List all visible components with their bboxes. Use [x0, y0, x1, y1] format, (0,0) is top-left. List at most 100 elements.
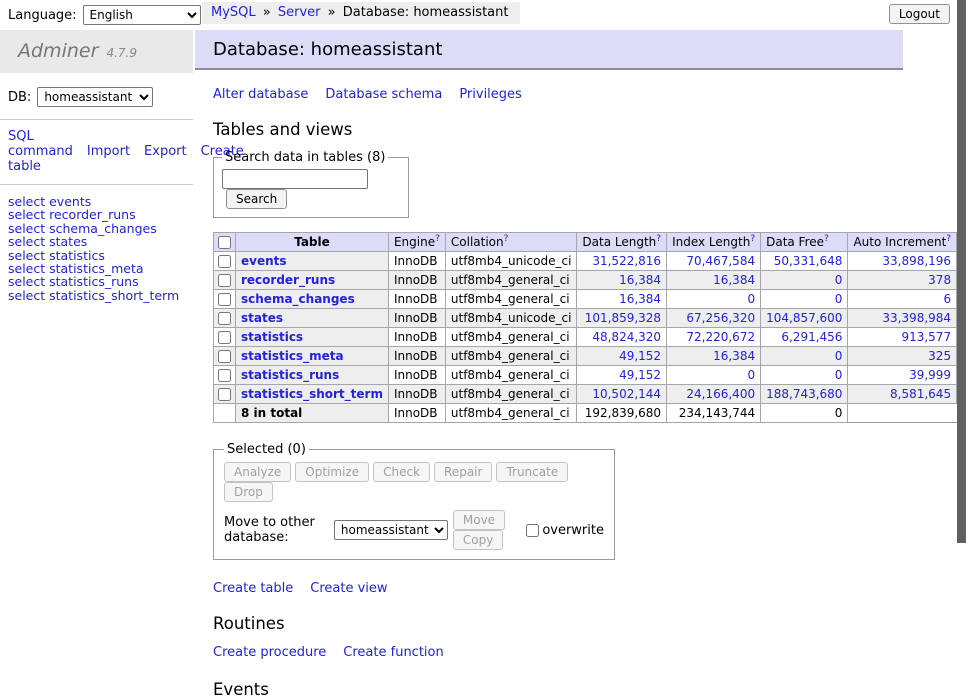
selected-action-buttons: AnalyzeOptimizeCheckRepairTruncate Drop [224, 462, 604, 502]
sidebar-table-link-select-events[interactable]: select events [8, 195, 185, 208]
sidebar-action-import[interactable]: Import [87, 144, 130, 159]
cell-link[interactable]: 325 [928, 349, 951, 363]
table-link-schema_changes[interactable]: schema_changes [241, 292, 355, 306]
database-link-privileges[interactable]: Privileges [459, 87, 522, 102]
move-db-select[interactable]: homeassistant [334, 520, 448, 540]
sidebar-table-link-select-schema-changes[interactable]: select schema_changes [8, 222, 185, 235]
cell-link[interactable]: 70,467,584 [686, 254, 755, 268]
selected-optimize-button[interactable]: Optimize [295, 462, 369, 482]
selected-analyze-button[interactable]: Analyze [224, 462, 291, 482]
cell-link[interactable]: 378 [928, 273, 951, 287]
column-header-engine: Engine? [388, 233, 445, 252]
cell-link[interactable]: 24,166,400 [686, 387, 755, 401]
row-checkbox-schema_changes[interactable] [218, 293, 231, 306]
cell-link[interactable]: 104,857,600 [766, 311, 842, 325]
row-checkbox-statistics_meta[interactable] [218, 350, 231, 363]
search-button[interactable]: Search [226, 189, 287, 209]
cell-link[interactable]: 49,152 [619, 349, 661, 363]
cell-index-length: 0 [667, 290, 761, 309]
cell-link[interactable]: 16,384 [619, 273, 661, 287]
selected-drop-button[interactable]: Drop [224, 482, 273, 502]
create-link-create-view[interactable]: Create view [310, 581, 387, 596]
cell-link[interactable]: 16,384 [619, 292, 661, 306]
cell-auto-increment: 33,398,984 [848, 309, 957, 328]
routine-link-create-function[interactable]: Create function [343, 645, 443, 660]
table-link-states[interactable]: states [241, 311, 283, 325]
sidebar-table-link-select-statistics-short-term[interactable]: select statistics_short_term [8, 289, 185, 302]
cell-link[interactable]: 50,331,648 [774, 254, 843, 268]
cell-link[interactable]: 188,743,680 [766, 387, 842, 401]
sidebar-table-link-select-states[interactable]: select states [8, 235, 185, 248]
cell-link[interactable]: 913,577 [901, 330, 951, 344]
row-checkbox-statistics[interactable] [218, 331, 231, 344]
cell-link[interactable]: 31,522,816 [592, 254, 661, 268]
row-checkbox-statistics_runs[interactable] [218, 369, 231, 382]
language-select[interactable]: English [83, 5, 201, 25]
cell-link[interactable]: 0 [835, 368, 843, 382]
selected-check-button[interactable]: Check [373, 462, 430, 482]
cell-link[interactable]: 6,291,456 [781, 330, 842, 344]
table-link-statistics_short_term[interactable]: statistics_short_term [241, 387, 383, 401]
cell-link[interactable]: 16,384 [713, 273, 755, 287]
section-routines: Routines [213, 614, 907, 633]
db-select[interactable]: homeassistant [37, 87, 153, 107]
sidebar-table-link-select-statistics[interactable]: select statistics [8, 249, 185, 262]
overwrite-checkbox[interactable] [526, 524, 539, 537]
database-link-alter-database[interactable]: Alter database [213, 87, 308, 102]
cell-link[interactable]: 67,256,320 [686, 311, 755, 325]
table-link-events[interactable]: events [241, 254, 287, 268]
cell-link[interactable]: 0 [747, 368, 755, 382]
row-checkbox-events[interactable] [218, 255, 231, 268]
database-link-database-schema[interactable]: Database schema [325, 87, 442, 102]
cell-link[interactable]: 49,152 [619, 368, 661, 382]
table-link-statistics_runs[interactable]: statistics_runs [241, 368, 339, 382]
total-cell: InnoDB [388, 404, 445, 423]
cell-link[interactable]: 33,398,984 [882, 311, 951, 325]
table-link-statistics[interactable]: statistics [241, 330, 303, 344]
move-copy-button[interactable]: Copy [453, 530, 503, 550]
move-move-button[interactable]: Move [453, 510, 505, 530]
breadcrumb-link-server[interactable]: Server [278, 5, 321, 20]
cell-link[interactable]: 0 [835, 349, 843, 363]
row-checkbox-recorder_runs[interactable] [218, 274, 231, 287]
selected-truncate-button[interactable]: Truncate [496, 462, 568, 482]
logout-button[interactable]: Logout [889, 4, 950, 24]
cell-link[interactable]: 39,999 [909, 368, 951, 382]
cell-link[interactable]: 0 [835, 273, 843, 287]
sidebar-action-export[interactable]: Export [144, 144, 187, 159]
column-help-link[interactable]: ? [750, 234, 755, 244]
cell-index-length: 70,467,584 [667, 252, 761, 271]
row-checkbox-states[interactable] [218, 312, 231, 325]
cell-link[interactable]: 8,581,645 [890, 387, 951, 401]
cell-link[interactable]: 0 [747, 292, 755, 306]
cell-link[interactable]: 0 [835, 292, 843, 306]
create-link-create-table[interactable]: Create table [213, 581, 293, 596]
sidebar-action-sql-command[interactable]: SQL command [8, 129, 73, 159]
cell-link[interactable]: 6 [943, 292, 951, 306]
column-help-link[interactable]: ? [656, 234, 661, 244]
routine-link-create-procedure[interactable]: Create procedure [213, 645, 326, 660]
breadcrumb-link-mysql[interactable]: MySQL [211, 5, 256, 20]
cell-link[interactable]: 72,220,672 [686, 330, 755, 344]
column-help-link[interactable]: ? [824, 234, 829, 244]
column-help-link[interactable]: ? [504, 234, 509, 244]
column-help-link[interactable]: ? [435, 234, 440, 244]
table-link-statistics_meta[interactable]: statistics_meta [241, 349, 344, 363]
sidebar-table-link-select-statistics-runs[interactable]: select statistics_runs [8, 275, 185, 288]
table-link-recorder_runs[interactable]: recorder_runs [241, 273, 335, 287]
row-checkbox-statistics_short_term[interactable] [218, 388, 231, 401]
select-all-checkbox[interactable] [218, 236, 231, 249]
cell-link[interactable]: 33,898,196 [882, 254, 951, 268]
cell-link[interactable]: 16,384 [713, 349, 755, 363]
column-help-link[interactable]: ? [946, 234, 951, 244]
search-input[interactable] [222, 169, 368, 189]
cell-link[interactable]: 48,824,320 [592, 330, 661, 344]
sidebar-table-link-select-statistics-meta[interactable]: select statistics_meta [8, 262, 185, 275]
cell-index-length: 16,384 [667, 347, 761, 366]
sidebar-table-link-select-recorder-runs[interactable]: select recorder_runs [8, 208, 185, 221]
cell-link[interactable]: 10,502,144 [592, 387, 661, 401]
vertical-scrollbar[interactable] [957, 0, 966, 543]
db-selector-row: DB: homeassistant [8, 87, 193, 107]
selected-repair-button[interactable]: Repair [434, 462, 492, 482]
cell-link[interactable]: 101,859,328 [585, 311, 661, 325]
